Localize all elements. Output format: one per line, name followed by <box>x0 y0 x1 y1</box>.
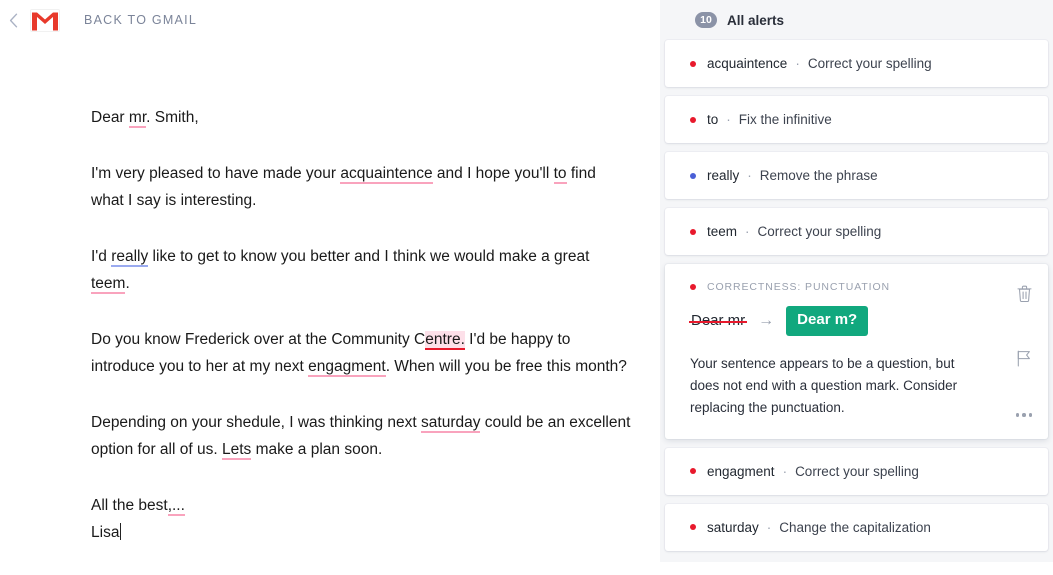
paragraph-signoff: All the best,... <box>91 492 631 519</box>
alert-word: to <box>707 112 719 127</box>
alert-separator: · <box>745 224 750 239</box>
text-run: like to get to know you better and I thi… <box>148 248 590 265</box>
alert-word: really <box>707 168 740 183</box>
text-run: All the best <box>91 497 168 514</box>
text-run: Dear <box>91 109 129 126</box>
text-run: and I hope you'll <box>432 165 554 182</box>
alert-card-to[interactable]: to · Fix the infinitive <box>665 96 1048 143</box>
text-run: . When will you be free this month? <box>385 358 627 375</box>
severity-dot-icon <box>690 116 696 123</box>
alert-action-text: Remove the phrase <box>759 168 878 183</box>
text-run: make a plan soon. <box>251 441 383 458</box>
top-bar: BACK TO GMAIL <box>0 0 660 40</box>
paragraph-signature: Lisa <box>91 519 631 546</box>
alert-separator: · <box>726 112 731 127</box>
text-run: I'm very pleased to have made your <box>91 165 341 182</box>
spelling-error-engagment[interactable]: engagment <box>308 358 386 377</box>
alert-word: acquaintence <box>707 56 788 71</box>
more-options-icon[interactable] <box>1015 413 1033 417</box>
suggestion-row: Dear mr → Dear m? <box>688 306 992 336</box>
alerts-title: All alerts <box>727 12 785 28</box>
paragraph-para-4: Depending on your shedule, I was thinkin… <box>91 409 631 463</box>
text-run: . Smith, <box>146 109 199 126</box>
alert-word: teem <box>707 224 738 239</box>
alert-word: saturday <box>707 519 759 535</box>
chevron-left-icon[interactable] <box>2 5 24 35</box>
trash-icon[interactable] <box>1013 282 1035 304</box>
active-error-highlight[interactable]: entre. <box>425 331 465 350</box>
alerts-list: acquaintence · Correct your spelling to · Fix… <box>660 40 1053 551</box>
alerts-count-badge: 10 <box>695 12 717 28</box>
severity-dot-icon <box>690 60 696 67</box>
flag-icon[interactable] <box>1013 348 1035 370</box>
severity-dot-icon <box>690 468 696 474</box>
gmail-logo-icon[interactable] <box>28 7 62 33</box>
expanded-alert-card[interactable]: CORRECTNESS: PUNCTUATION Dear mr → Dear … <box>665 264 1048 439</box>
paragraph-para-2: I'd really like to get to know you bette… <box>91 243 631 297</box>
text-run: . <box>125 275 130 292</box>
spelling-error-saturday[interactable]: saturday <box>421 414 481 433</box>
alert-card-saturday[interactable]: saturday · Change the capitalization <box>665 503 1048 551</box>
expanded-alert-label-row: CORRECTNESS: PUNCTUATION <box>690 281 992 293</box>
apply-suggestion-button[interactable]: Dear m? <box>786 306 869 336</box>
alerts-list-top: acquaintence · Correct your spelling to · Fix… <box>665 40 1048 255</box>
style-suggestion-really[interactable]: really <box>111 248 149 267</box>
alert-category-label: CORRECTNESS: PUNCTUATION <box>707 281 890 293</box>
alerts-list-bottom: engagment · Correct your spelling saturday ·… <box>665 447 1048 551</box>
alert-description: Your sentence appears to be a question, … <box>690 355 958 415</box>
back-to-gmail-button[interactable]: BACK TO GMAIL <box>84 13 197 27</box>
text-run: Depending on your shedule, I was thinkin… <box>91 414 422 431</box>
alert-card-teem[interactable]: teem · Correct your spelling <box>665 208 1048 255</box>
severity-dot-icon <box>690 284 696 290</box>
text-cursor <box>120 523 122 540</box>
alert-separator: · <box>795 56 800 71</box>
text-run: Do you know Frederick over at the Commun… <box>91 331 426 348</box>
alert-card-really[interactable]: really · Remove the phrase <box>665 152 1048 199</box>
original-text: Dear mr <box>688 312 748 330</box>
alert-separator: · <box>747 168 752 183</box>
alert-action-text: Correct your spelling <box>795 463 919 479</box>
arrow-right-icon: → <box>758 311 775 329</box>
spelling-error-teem[interactable]: teem <box>91 275 126 294</box>
alert-card-engagment[interactable]: engagment · Correct your spelling <box>665 447 1048 495</box>
severity-dot-icon <box>690 172 696 179</box>
text-run: I'd <box>91 248 112 265</box>
spelling-error-Lets[interactable]: Lets <box>221 441 252 460</box>
paragraph-para-3: Do you know Frederick over at the Commun… <box>91 326 631 380</box>
spelling-error-acquaintence[interactable]: acquaintence <box>340 165 433 184</box>
spelling-error-,...[interactable]: ,... <box>167 497 185 516</box>
grammarly-gmail-editor: BACK TO GMAIL Dear mr. Smith, I'm very pl… <box>0 0 1053 562</box>
alert-action-text: Correct your spelling <box>757 224 882 239</box>
alert-separator: · <box>782 463 788 479</box>
editor-pane: BACK TO GMAIL Dear mr. Smith, I'm very pl… <box>0 0 660 562</box>
paragraph-para-1: I'm very pleased to have made your acqua… <box>91 160 631 214</box>
paragraph-greeting: Dear mr. Smith, <box>91 104 631 131</box>
expanded-alert-content: CORRECTNESS: PUNCTUATION Dear mr → Dear … <box>688 281 1000 419</box>
alert-card-acquaintence[interactable]: acquaintence · Correct your spelling <box>665 40 1048 87</box>
severity-dot-icon <box>690 524 696 530</box>
alert-word: engagment <box>707 463 775 479</box>
spelling-error-mr[interactable]: mr <box>128 109 147 128</box>
alert-separator: · <box>766 519 772 535</box>
alert-action-text: Change the capitalization <box>779 519 931 535</box>
email-body-editor[interactable]: Dear mr. Smith, I'm very pleased to have … <box>91 104 631 575</box>
alert-action-text: Correct your spelling <box>807 56 932 71</box>
alert-action-text: Fix the infinitive <box>738 112 832 127</box>
alerts-header: 10 All alerts <box>660 5 1053 35</box>
alert-action-icons <box>1000 281 1048 419</box>
spelling-error-to[interactable]: to <box>553 165 567 184</box>
alerts-panel: 10 All alerts acquaintence · Correct your … <box>660 0 1053 562</box>
severity-dot-icon <box>690 228 696 235</box>
text-run: Lisa <box>91 524 120 541</box>
